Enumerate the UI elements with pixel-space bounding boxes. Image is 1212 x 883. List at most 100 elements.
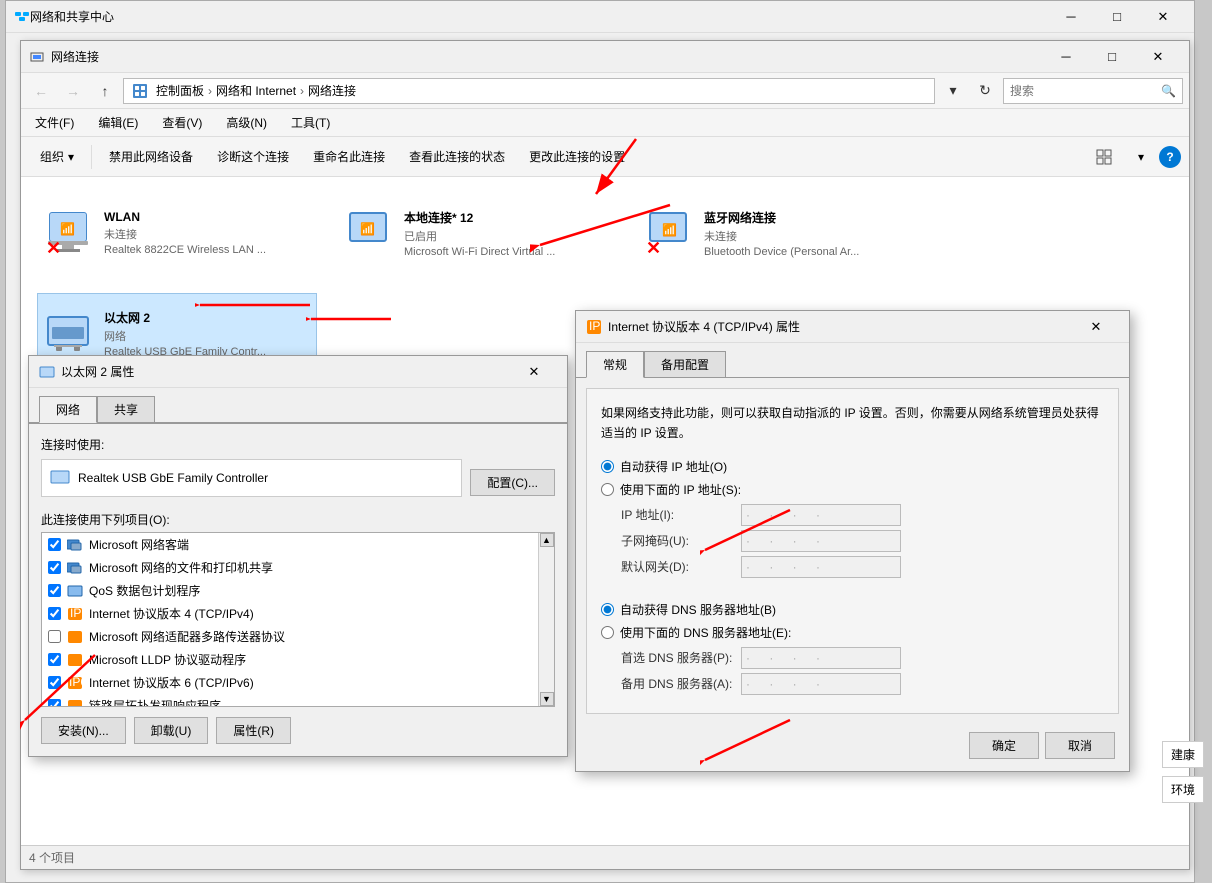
cb-ms-multiplex[interactable] xyxy=(48,630,61,643)
eth-props-bottom-btns: 安装(N)... 卸载(U) 属性(R) xyxy=(41,707,555,744)
menu-file[interactable]: 文件(F) xyxy=(29,112,80,133)
bt-status: 未连接 xyxy=(704,228,908,244)
svg-text:📶: 📶 xyxy=(60,222,75,236)
manual-dns-radio[interactable] xyxy=(601,626,614,639)
subnet-row: 子网掩码(U): · · · · xyxy=(621,530,1104,552)
adapter-wlan[interactable]: 📶 ✕ WLAN 未连接 Realtek 8822CE Wireless LAN… xyxy=(37,193,317,273)
refresh-btn[interactable]: ↻ xyxy=(971,77,999,105)
auto-dns-radio[interactable] xyxy=(601,603,614,616)
maximize-btn[interactable]: □ xyxy=(1094,1,1140,33)
eth2-icon xyxy=(46,309,94,357)
net-conn-maximize[interactable]: □ xyxy=(1089,41,1135,73)
dns-fields-section: 首选 DNS 服务器(P): · · · · 备用 DNS 服务器(A): · … xyxy=(621,647,1104,695)
menu-view[interactable]: 查看(V) xyxy=(156,112,208,133)
up-btn[interactable]: ↑ xyxy=(91,77,119,105)
minimize-btn[interactable]: ─ xyxy=(1048,1,1094,33)
change-settings-btn[interactable]: 更改此连接的设置 xyxy=(518,141,636,173)
list-item-qos[interactable]: QoS 数据包计划程序 xyxy=(42,579,538,602)
menu-edit[interactable]: 编辑(E) xyxy=(92,112,144,133)
section-separator xyxy=(601,582,1104,596)
cb-ms-share[interactable] xyxy=(48,561,61,574)
adapter-bluetooth[interactable]: 📶 ✕ 蓝牙网络连接 未连接 Bluetooth Device (Persona… xyxy=(637,193,917,273)
close-btn[interactable]: ✕ xyxy=(1140,1,1186,33)
tab-share[interactable]: 共享 xyxy=(97,396,155,422)
items-list: Microsoft 网络客端 Microsoft 网络的文件和打印机共享 QoS… xyxy=(42,533,538,706)
cb-ms-client[interactable] xyxy=(48,538,61,551)
list-item-ms-client[interactable]: Microsoft 网络客端 xyxy=(42,533,538,556)
ip-address-input[interactable]: · · · · xyxy=(741,504,901,526)
items-scrollbar[interactable]: ▲ ▼ xyxy=(538,533,554,706)
wlan-icon-container: 📶 ✕ xyxy=(46,209,94,257)
alternate-dns-row: 备用 DNS 服务器(A): · · · · xyxy=(621,673,1104,695)
back-btn[interactable]: ← xyxy=(27,77,55,105)
wlan-name: WLAN xyxy=(104,210,308,224)
menu-advanced[interactable]: 高级(N) xyxy=(220,112,273,133)
toolbar-sep-1 xyxy=(91,145,92,169)
list-item-lldp[interactable]: Microsoft LLDP 协议驱动程序 xyxy=(42,648,538,671)
scroll-up-btn[interactable]: ▲ xyxy=(540,533,554,547)
address-field[interactable]: 控制面板 › 网络和 Internet › 网络连接 xyxy=(123,78,935,104)
disable-network-btn[interactable]: 禁用此网络设备 xyxy=(98,141,204,173)
eth2-name: 以太网 2 xyxy=(104,309,308,326)
cb-qos[interactable] xyxy=(48,584,61,597)
uninstall-btn[interactable]: 卸载(U) xyxy=(134,717,209,744)
tcp-tab-general[interactable]: 常规 xyxy=(586,351,644,378)
view-btn-2[interactable]: ▾ xyxy=(1127,141,1155,173)
preferred-dns-input[interactable]: · · · · xyxy=(741,647,901,669)
list-item-link-layer[interactable]: 链路层拓扑发现响应程序 xyxy=(42,694,538,706)
eth-props-icon xyxy=(39,364,55,380)
net-conn-close[interactable]: ✕ xyxy=(1135,41,1181,73)
cb-link-layer[interactable] xyxy=(48,699,61,706)
tcp-ok-btn[interactable]: 确定 xyxy=(969,732,1039,759)
tcp-bottom-btns: 确定 取消 xyxy=(969,732,1115,759)
net-conn-minimize[interactable]: ─ xyxy=(1043,41,1089,73)
organize-dropdown-icon: ▾ xyxy=(68,150,74,164)
scroll-down-btn[interactable]: ▼ xyxy=(540,692,554,706)
cb-ipv4[interactable] xyxy=(48,607,61,620)
rename-btn[interactable]: 重命名此连接 xyxy=(302,141,396,173)
alternate-dns-input[interactable]: · · · · xyxy=(741,673,901,695)
tcp-desc: 如果网络支持此功能，则可以获取自动指派的 IP 设置。否则，你需要从网络系统管理… xyxy=(601,403,1104,444)
items-section: 此连接使用下列项目(O): Microsoft 网络客端 Microsoft 网… xyxy=(41,511,555,707)
properties-btn[interactable]: 属性(R) xyxy=(216,717,291,744)
tcp-close-btn[interactable]: ✕ xyxy=(1073,311,1119,343)
view-status-btn[interactable]: 查看此连接的状态 xyxy=(398,141,516,173)
auto-dns-label: 自动获得 DNS 服务器地址(B) xyxy=(620,601,776,618)
status-bar: 4 个项目 xyxy=(21,845,1189,869)
toolbar: 组织 ▾ 禁用此网络设备 诊断这个连接 重命名此连接 查看此连接的状态 更改此连… xyxy=(21,137,1189,177)
auto-ip-row: 自动获得 IP 地址(O) xyxy=(601,458,1104,475)
list-item-ms-share[interactable]: Microsoft 网络的文件和打印机共享 xyxy=(42,556,538,579)
subnet-input[interactable]: · · · · xyxy=(741,530,901,552)
eth-props-titlebar: 以太网 2 属性 ✕ xyxy=(29,356,567,388)
tcp-content: 如果网络支持此功能，则可以获取自动指派的 IP 设置。否则，你需要从网络系统管理… xyxy=(586,388,1119,714)
diagnose-btn[interactable]: 诊断这个连接 xyxy=(206,141,300,173)
cb-lldp[interactable] xyxy=(48,653,61,666)
config-btn[interactable]: 配置(C)... xyxy=(470,469,555,496)
view-btn-1[interactable] xyxy=(1085,141,1123,173)
list-item-ipv6[interactable]: IP6 Internet 协议版本 6 (TCP/IPv6) xyxy=(42,671,538,694)
search-box[interactable]: 🔍 xyxy=(1003,78,1183,104)
ms-client-label: Microsoft 网络客端 xyxy=(89,536,189,553)
adapter-display-box: Realtek USB GbE Family Controller xyxy=(41,459,462,497)
search-input[interactable] xyxy=(1010,84,1161,98)
tcp-tab-alternate[interactable]: 备用配置 xyxy=(644,351,726,377)
tcp-cancel-btn[interactable]: 取消 xyxy=(1045,732,1115,759)
install-btn[interactable]: 安装(N)... xyxy=(41,717,126,744)
gateway-input[interactable]: · · · · xyxy=(741,556,901,578)
auto-dns-row: 自动获得 DNS 服务器地址(B) xyxy=(601,601,1104,618)
list-item-ipv4[interactable]: IP Internet 协议版本 4 (TCP/IPv4) xyxy=(42,602,538,625)
help-btn[interactable]: ? xyxy=(1159,146,1181,168)
eth-props-close[interactable]: ✕ xyxy=(511,356,557,388)
organize-btn[interactable]: 组织 ▾ xyxy=(29,141,85,173)
address-dropdown[interactable]: ▾ xyxy=(939,77,967,105)
manual-ip-radio[interactable] xyxy=(601,483,614,496)
adapter-local12[interactable]: 📶 本地连接* 12 已启用 Microsoft Wi-Fi Direct Vi… xyxy=(337,193,617,273)
menu-tools[interactable]: 工具(T) xyxy=(285,112,336,133)
tab-network[interactable]: 网络 xyxy=(39,396,97,423)
forward-btn[interactable]: → xyxy=(59,77,87,105)
auto-ip-radio[interactable] xyxy=(601,460,614,473)
cb-ipv6[interactable] xyxy=(48,676,61,689)
subnet-dots: · · · · xyxy=(746,534,828,548)
qos-label: QoS 数据包计划程序 xyxy=(89,582,200,599)
list-item-ms-multiplex[interactable]: Microsoft 网络适配器多路传送器协议 xyxy=(42,625,538,648)
